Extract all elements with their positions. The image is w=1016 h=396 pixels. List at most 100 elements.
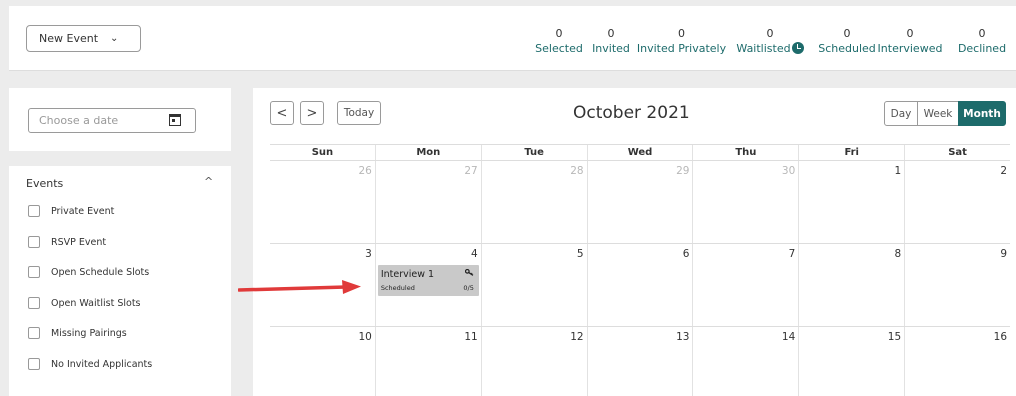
stat-declined[interactable]: 0 Declined bbox=[957, 27, 1007, 56]
stat-label: Invited bbox=[592, 42, 630, 55]
day-number: 3 bbox=[365, 248, 372, 260]
day-number: 14 bbox=[781, 331, 796, 343]
stat-invited[interactable]: 0 Invited bbox=[591, 27, 631, 56]
day-cell[interactable]: 5 bbox=[480, 244, 587, 326]
filter-label: Private Event bbox=[51, 205, 115, 217]
day-cell[interactable]: 30 bbox=[692, 161, 798, 243]
stat-label: Declined bbox=[957, 42, 1007, 55]
view-week-button[interactable]: Week bbox=[917, 101, 959, 126]
stat-scheduled[interactable]: 0 Scheduled bbox=[817, 27, 877, 56]
weekday-header: Sun Mon Tue Wed Thu Fri Sat bbox=[270, 144, 1010, 161]
day-number: 30 bbox=[781, 165, 796, 177]
next-month-button[interactable]: > bbox=[300, 101, 324, 125]
stat-label-text: Waitlisted bbox=[736, 42, 791, 55]
checkbox[interactable] bbox=[28, 205, 40, 217]
stat-selected[interactable]: 0 Selected bbox=[535, 27, 583, 56]
day-cell[interactable]: 12 bbox=[480, 327, 587, 396]
day-number: 6 bbox=[682, 248, 690, 260]
checkbox[interactable] bbox=[28, 327, 40, 339]
stat-count: 0 bbox=[906, 27, 914, 40]
new-event-label: New Event bbox=[39, 32, 99, 45]
today-button[interactable]: Today bbox=[337, 101, 381, 125]
filter-label: RSVP Event bbox=[51, 236, 107, 248]
filter-missing-pairings[interactable]: Missing Pairings bbox=[28, 327, 127, 339]
day-number: 4 bbox=[471, 248, 478, 260]
day-number: 27 bbox=[464, 165, 478, 177]
stat-label: Selected bbox=[535, 42, 583, 55]
day-cell[interactable]: 2 bbox=[904, 161, 1010, 243]
day-cell[interactable]: 27 bbox=[374, 161, 481, 243]
weekday-label: Sun bbox=[311, 147, 334, 158]
prev-month-button[interactable]: < bbox=[270, 101, 294, 125]
clock-icon bbox=[791, 42, 804, 54]
day-number: 10 bbox=[358, 331, 372, 343]
day-cell[interactable]: 28 bbox=[480, 161, 587, 243]
stat-interviewed[interactable]: 0 Interviewed bbox=[876, 27, 944, 56]
new-event-dropdown[interactable]: New Event ⌄ bbox=[26, 25, 141, 52]
day-cell[interactable]: 4 Interview 1 Scheduled 0/5 bbox=[374, 244, 481, 326]
calendar-card: < > Today October 2021 Day Week Month Su… bbox=[253, 88, 1016, 396]
day-cell[interactable]: 6 bbox=[586, 244, 693, 326]
chevron-down-icon: ⌄ bbox=[110, 33, 119, 44]
day-number: 9 bbox=[1000, 248, 1008, 260]
stat-count: 0 bbox=[607, 27, 615, 40]
day-cell[interactable]: 16 bbox=[904, 327, 1010, 396]
weekday-label: Fri bbox=[798, 145, 904, 160]
day-cell[interactable]: 29 bbox=[586, 161, 693, 243]
checkbox[interactable] bbox=[28, 358, 40, 370]
stat-waitlisted[interactable]: 0 Waitlisted bbox=[728, 27, 812, 56]
day-cell[interactable]: 11 bbox=[374, 327, 481, 396]
day-cell[interactable]: 1 bbox=[798, 161, 904, 243]
day-number: 13 bbox=[676, 331, 690, 343]
view-day-button[interactable]: Day bbox=[884, 101, 918, 126]
day-cell[interactable]: 8 bbox=[798, 244, 904, 326]
stat-count: 0 bbox=[766, 27, 774, 40]
month-title: October 2021 bbox=[573, 103, 690, 123]
day-cell[interactable]: 14 bbox=[692, 327, 798, 396]
stat-count: 0 bbox=[678, 27, 685, 40]
chevron-up-icon[interactable]: ^ bbox=[204, 175, 213, 188]
view-month-button[interactable]: Month bbox=[958, 101, 1006, 126]
day-number: 28 bbox=[570, 165, 584, 177]
filter-label: Missing Pairings bbox=[51, 327, 127, 339]
filter-label: Open Schedule Slots bbox=[51, 266, 150, 278]
weekday-label: Wed bbox=[586, 145, 693, 160]
event-status: Scheduled bbox=[380, 284, 415, 292]
annotation-arrow bbox=[238, 280, 361, 294]
day-number: 1 bbox=[894, 165, 902, 177]
day-cell[interactable]: 13 bbox=[586, 327, 693, 396]
calendar-icon[interactable] bbox=[169, 114, 181, 126]
day-number: 29 bbox=[676, 165, 690, 177]
filter-label: No Invited Applicants bbox=[51, 358, 153, 370]
day-number: 15 bbox=[887, 331, 902, 343]
stat-count: 0 bbox=[843, 27, 851, 40]
filter-private-event[interactable]: Private Event bbox=[28, 205, 114, 217]
day-cell[interactable]: 7 bbox=[692, 244, 798, 326]
filter-no-invited-applicants[interactable]: No Invited Applicants bbox=[28, 358, 152, 370]
day-cell[interactable]: 9 bbox=[904, 244, 1010, 326]
date-input-placeholder: Choose a date bbox=[39, 114, 119, 127]
day-number: 7 bbox=[788, 248, 796, 260]
event-title: Interview 1 bbox=[380, 269, 435, 280]
checkbox[interactable] bbox=[28, 236, 40, 248]
view-switcher: Day Week Month bbox=[884, 101, 1006, 126]
day-number: 8 bbox=[894, 248, 902, 260]
stat-invited-privately[interactable]: 0 Invited Privately bbox=[634, 27, 729, 56]
day-number: 16 bbox=[993, 331, 1008, 343]
day-cell[interactable]: 26 bbox=[270, 161, 375, 243]
day-cell[interactable]: 15 bbox=[798, 327, 904, 396]
stat-count: 0 bbox=[978, 27, 986, 40]
week-row: 3 4 Interview 1 Scheduled 0/5 5 6 7 8 9 bbox=[270, 244, 1010, 327]
day-number: 5 bbox=[576, 248, 584, 260]
filter-open-schedule-slots[interactable]: Open Schedule Slots bbox=[28, 266, 149, 278]
weekday-label: Mon bbox=[374, 145, 481, 160]
day-cell[interactable]: 10 bbox=[270, 327, 375, 396]
event-chip-interview[interactable]: Interview 1 Scheduled 0/5 bbox=[377, 265, 479, 296]
filter-open-waitlist-slots[interactable]: Open Waitlist Slots bbox=[28, 297, 141, 309]
stat-label: Scheduled bbox=[818, 42, 876, 55]
filter-rsvp-event[interactable]: RSVP Event bbox=[28, 236, 106, 248]
date-input[interactable]: Choose a date bbox=[28, 108, 196, 133]
checkbox[interactable] bbox=[28, 266, 40, 278]
checkbox[interactable] bbox=[28, 297, 40, 309]
filter-label: Open Waitlist Slots bbox=[51, 297, 141, 309]
